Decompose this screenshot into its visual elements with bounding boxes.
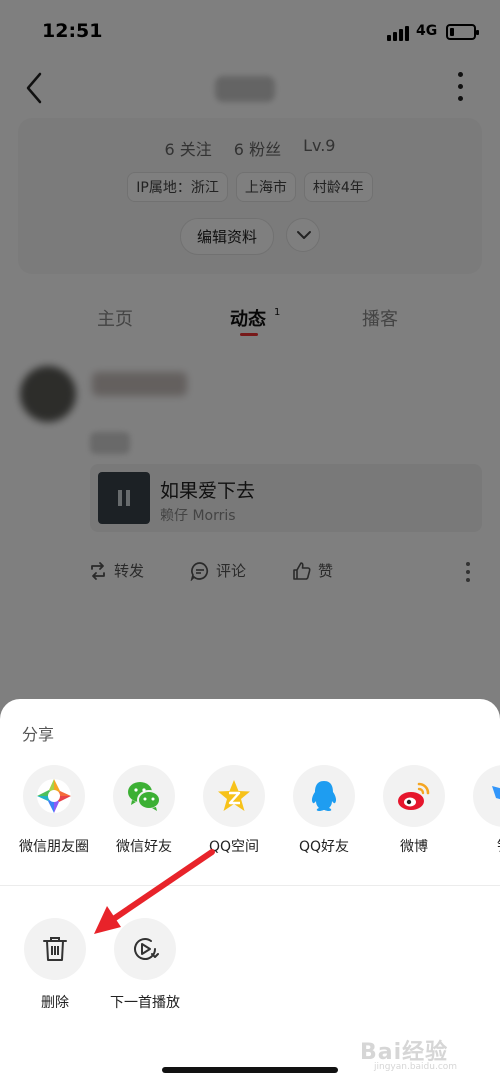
- wechat-moments-icon: [23, 765, 85, 827]
- delete-label: 删除: [41, 995, 69, 1011]
- share-label: QQ空间: [208, 839, 260, 855]
- wechat-icon: [113, 765, 175, 827]
- qq-icon: [293, 765, 355, 827]
- watermark-url: jingyan.baidu.com: [374, 1062, 458, 1072]
- share-label: QQ好友: [298, 839, 350, 855]
- share-targets-row[interactable]: 微信朋友圈 微信好友 QQ空间 QQ好友 微博: [0, 765, 500, 861]
- qzone-icon: [203, 765, 265, 827]
- delete-circle: [24, 918, 86, 980]
- play-next-circle: [114, 918, 176, 980]
- play-next-label: 下一首播放: [110, 995, 180, 1011]
- share-qq-friend[interactable]: QQ好友: [279, 765, 369, 856]
- play-next-icon: [134, 938, 159, 960]
- share-label: 微信好友: [116, 839, 172, 855]
- share-qzone[interactable]: QQ空间: [189, 765, 279, 856]
- share-sheet-title: 分享: [22, 725, 55, 744]
- trash-icon: [43, 937, 67, 961]
- share-wechat-moments[interactable]: 微信朋友圈: [9, 765, 99, 856]
- share-weibo[interactable]: 微博: [369, 765, 459, 856]
- share-label: 微博: [400, 839, 428, 855]
- delete-button[interactable]: 删除: [5, 918, 105, 1012]
- share-label: 钉: [459, 836, 500, 856]
- baidu-watermark: Bai经验 jingyan.baidu.com: [360, 1028, 492, 1072]
- divider: [0, 885, 500, 886]
- weibo-icon: [383, 765, 445, 827]
- dingtalk-icon: [473, 765, 500, 827]
- share-label: 微信朋友圈: [19, 839, 89, 855]
- home-indicator[interactable]: [162, 1067, 338, 1073]
- play-next-button[interactable]: 下一首播放: [95, 918, 195, 1012]
- share-wechat-friend[interactable]: 微信好友: [99, 765, 189, 856]
- share-sheet: 分享 微信朋友圈 微信好友 QQ空间 QQ好友 微博 删除 下一首播放: [0, 699, 500, 1083]
- share-dingtalk[interactable]: 钉: [459, 765, 500, 856]
